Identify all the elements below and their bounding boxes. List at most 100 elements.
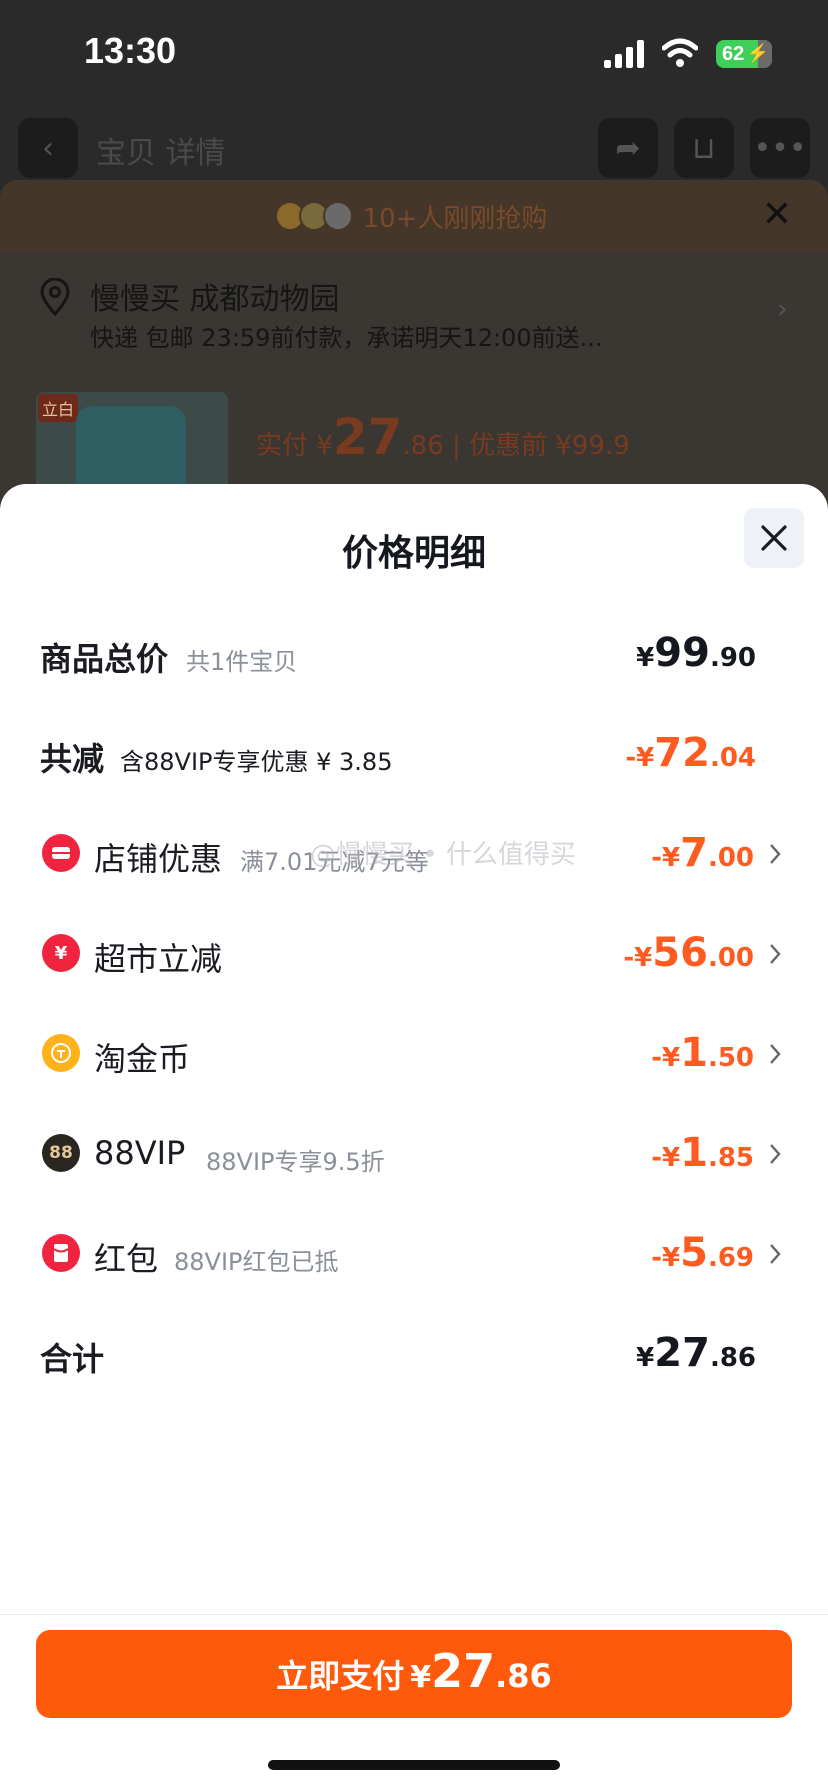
chevron-right-icon [770, 1044, 781, 1064]
more-button[interactable]: ••• [750, 118, 810, 178]
row-goods-total: 商品总价 共1件宝贝 ¥99.90 [0, 616, 828, 696]
row-taojinbi[interactable]: 淘金币 -¥1.50 [0, 1016, 828, 1096]
amount-currency: ¥ [636, 643, 655, 673]
row-amount: -¥7.00 [651, 830, 754, 876]
amount-dec: .90 [709, 643, 756, 673]
row-label: 淘金币 [94, 1040, 191, 1078]
pay-button-label: 立即支付 [276, 1657, 405, 1695]
share-button[interactable]: ➦ [598, 118, 658, 178]
row-amount: -¥1.50 [651, 1030, 754, 1076]
chevron-right-icon: › [776, 292, 788, 325]
close-button[interactable] [744, 508, 804, 568]
chevron-right-icon [770, 1144, 781, 1164]
avatar [322, 201, 353, 231]
row-label: 共减 [40, 740, 105, 778]
amount-int: 27 [654, 1330, 710, 1376]
cart-button[interactable]: ⊔ [674, 118, 734, 178]
row-label: 超市立减 [94, 940, 223, 978]
battery-level: 62 [722, 42, 745, 65]
share-icon: ➦ [615, 130, 641, 166]
row-amount: ¥27.86 [636, 1330, 756, 1376]
paid-int: 27 [332, 408, 403, 466]
amount-currency: -¥ [623, 943, 653, 973]
paid-dec: .86 [402, 431, 444, 461]
row-amount: ¥99.90 [636, 630, 756, 676]
original-price: 优惠前 ¥99.9 [469, 431, 630, 461]
sheet-title: 价格明细 [341, 533, 486, 574]
delivery-info: 快递 包邮 23:59前付款，承诺明天12:00前送... [90, 324, 603, 352]
amount-dec: .86 [709, 1343, 756, 1373]
row-label: 88VIP [94, 1134, 186, 1172]
amount-int: 1 [680, 1030, 708, 1076]
row-sub: 含88VIP专享优惠 ¥ 3.85 [120, 748, 393, 776]
promo-banner: 10+人刚刚抢购 ✕ [0, 180, 828, 252]
amount-int: 5 [680, 1230, 708, 1276]
address-row[interactable]: 慢慢买 成都动物园 快递 包邮 23:59前付款，承诺明天12:00前送... … [0, 252, 828, 370]
pay-button-int: 27 [431, 1644, 496, 1698]
paid-label: 实付 ¥ [256, 431, 333, 461]
amount-dec: .04 [709, 743, 756, 773]
cart-icon: ⊔ [692, 130, 716, 166]
chevron-right-icon [770, 1244, 781, 1264]
home-indicator [268, 1760, 560, 1770]
battery-indicator: 62 ⚡ [716, 40, 772, 68]
charging-bolt-icon: ⚡ [746, 43, 769, 63]
buyer-avatars [274, 201, 353, 231]
location-pin-icon [40, 278, 70, 316]
row-sub: 88VIP专享9.5折 [206, 1148, 385, 1176]
amount-int: 7 [680, 830, 708, 876]
wifi-icon [662, 38, 698, 67]
brand-tag: 立白 [38, 394, 79, 422]
status-time: 13:30 [84, 30, 177, 71]
row-label: 红包 [94, 1240, 159, 1278]
banner-close-icon[interactable]: ✕ [762, 194, 792, 235]
amount-dec: .50 [707, 1043, 754, 1073]
price-separator: | [452, 431, 461, 461]
chevron-left-icon: ‹ [42, 130, 54, 166]
amount-int: 1 [680, 1130, 708, 1176]
row-sub: 88VIP红包已抵 [174, 1248, 339, 1276]
row-amount: -¥56.00 [623, 930, 754, 976]
row-label: 合计 [40, 1340, 105, 1378]
row-red-packet[interactable]: 红包 88VIP红包已抵 -¥5.69 [0, 1216, 828, 1296]
cellular-signal-icon [604, 40, 644, 68]
row-sub: 共1件宝贝 [186, 648, 298, 676]
row-total-discount: 共减 含88VIP专享优惠 ¥ 3.85 -¥72.04 [0, 716, 828, 796]
address-name: 慢慢买 成都动物园 [90, 282, 340, 317]
amount-currency: -¥ [651, 1143, 681, 1173]
vip-88-icon: 88 [42, 1134, 80, 1172]
amount-currency: -¥ [625, 743, 655, 773]
chevron-right-icon [770, 944, 781, 964]
footer-divider [0, 1614, 828, 1615]
amount-currency: -¥ [651, 1043, 681, 1073]
back-button[interactable]: ‹ [18, 118, 78, 178]
row-88vip[interactable]: 88 88VIP 88VIP专享9.5折 -¥1.85 [0, 1116, 828, 1196]
row-amount: -¥72.04 [625, 730, 756, 776]
row-label: 店铺优惠 [94, 840, 223, 878]
amount-currency: -¥ [651, 843, 681, 873]
row-amount: -¥5.69 [651, 1230, 754, 1276]
nav-title: 宝贝 详情 [96, 136, 226, 171]
amount-currency: ¥ [636, 1343, 655, 1373]
paid-price-line: 实付 ¥27.86 | 优惠前 ¥99.9 [256, 408, 630, 466]
pay-button-dec: .86 [495, 1657, 552, 1695]
status-bar: 13:30 62 ⚡ [0, 0, 828, 110]
more-dots-icon: ••• [753, 130, 807, 166]
red-packet-icon [42, 1234, 80, 1272]
close-icon [761, 525, 787, 551]
amount-dec: .69 [707, 1243, 754, 1273]
chevron-right-icon [770, 844, 781, 864]
pay-now-button[interactable]: 立即支付 ¥ 27 .86 [36, 1630, 792, 1718]
amount-int: 99 [654, 630, 710, 676]
nav-bar: ‹ 宝贝 详情 ➦ ⊔ ••• [0, 110, 828, 182]
shop-coupon-icon [42, 834, 80, 872]
amount-dec: .00 [707, 943, 754, 973]
order-sheet-under: 10+人刚刚抢购 ✕ 慢慢买 成都动物园 快递 包邮 23:59前付款，承诺明天… [0, 180, 828, 512]
row-supermarket-discount[interactable]: ¥ 超市立减 -¥56.00 [0, 916, 828, 996]
amount-int: 72 [654, 730, 710, 776]
price-detail-sheet: 价格明细 商品总价 共1件宝贝 ¥99.90 共减 含88VIP专享优惠 ¥ 3… [0, 484, 828, 1792]
row-label: 商品总价 [40, 640, 169, 678]
amount-dec: .85 [707, 1143, 754, 1173]
pay-button-currency: ¥ [410, 1660, 432, 1695]
row-total: 合计 ¥27.86 [0, 1316, 828, 1396]
